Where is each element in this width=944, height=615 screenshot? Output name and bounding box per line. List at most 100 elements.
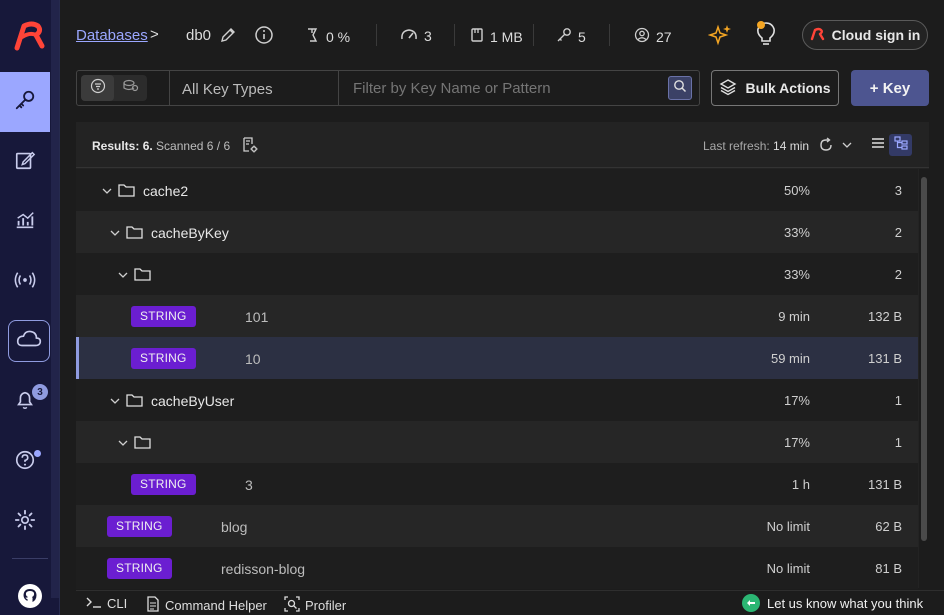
search-icon: [673, 79, 687, 98]
chevron-down-icon[interactable]: [842, 141, 852, 149]
profiler-button[interactable]: Profiler: [284, 596, 346, 615]
redis-logo-icon[interactable]: [12, 18, 48, 54]
key-pattern-input[interactable]: [353, 80, 653, 97]
tree-view-button[interactable]: [889, 134, 912, 156]
chevron-down-icon[interactable]: [118, 267, 128, 278]
scanned-label: Scanned: [156, 139, 204, 153]
tree-key-row[interactable]: STRING 101 9 min 132 B: [76, 295, 918, 337]
chevron-down-icon[interactable]: [102, 183, 112, 194]
folder-name: cacheByUser: [151, 393, 235, 409]
cli-button[interactable]: CLI: [86, 596, 127, 611]
info-icon[interactable]: [254, 25, 274, 45]
edit-icon: [14, 149, 36, 176]
results-bar: Results: 6. Scanned 6 / 6 Last refresh: …: [76, 122, 929, 168]
tree-folder-row[interactable]: cacheByUser 17% 1: [76, 379, 918, 421]
sidebar-item-pubsub[interactable]: [0, 254, 50, 310]
redis-insight-app: 3 Databases > db0 0 % 3 1 MB 5 27 Cloud …: [0, 0, 944, 615]
tree-folder-row[interactable]: cacheByKey 33% 2: [76, 211, 918, 253]
sidebar-item-workbench[interactable]: [0, 134, 50, 190]
sidebar-item-browser[interactable]: [0, 72, 50, 132]
key-name: redisson-blog: [221, 561, 306, 577]
results-summary: Results: 6. Scanned 6 / 6: [92, 139, 230, 153]
folder-percent: 33%: [783, 225, 810, 240]
keys-stat: 5: [556, 27, 586, 46]
profiler-icon: [284, 596, 300, 615]
sidebar-item-settings[interactable]: [0, 494, 50, 550]
list-view-button[interactable]: [866, 134, 889, 156]
cpu-value: 0 %: [326, 28, 351, 45]
list-view-icon: [871, 136, 885, 154]
ops-stat: 3: [400, 27, 432, 44]
filter-mode-pattern[interactable]: [81, 75, 114, 101]
clients-stat: 27: [634, 27, 672, 46]
breadcrumb-databases-link[interactable]: Databases: [76, 27, 148, 44]
github-icon[interactable]: [18, 584, 42, 608]
tree-folder-row[interactable]: 17% 1: [76, 421, 918, 463]
folder-key-count: 1: [894, 435, 902, 450]
stat-separator: [609, 24, 610, 46]
folder-icon: [134, 434, 151, 449]
command-helper-button[interactable]: Command Helper: [146, 596, 267, 615]
keys-scrollbar[interactable]: [919, 169, 929, 588]
speedometer-icon: [400, 27, 418, 44]
tree-folder-row[interactable]: cache2 50% 3: [76, 169, 918, 211]
sidebar-item-analysis[interactable]: [0, 194, 50, 250]
tree-key-row[interactable]: STRING redisson-blog No limit 81 B: [76, 547, 918, 589]
key-tree: cache2 50% 3 cacheByKey 33% 2 33% 2 STRI…: [76, 169, 918, 589]
key-ttl: 1 h: [791, 477, 810, 492]
analytics-icon: [14, 209, 36, 236]
folder-icon: [126, 392, 143, 407]
help-update-dot: [34, 450, 41, 457]
add-key-button[interactable]: + Key: [851, 70, 929, 106]
key-size: 62 B: [875, 519, 902, 534]
database-name: db0: [186, 27, 212, 44]
filter-mode-search[interactable]: [114, 75, 147, 101]
notification-count-badge: 3: [32, 384, 48, 400]
cloud-signin-label: Cloud sign in: [831, 27, 921, 43]
memory-stat: 1 MB: [470, 27, 523, 46]
pubsub-icon: [13, 269, 37, 296]
tree-key-row[interactable]: STRING 3 1 h 131 B: [76, 463, 918, 505]
stat-separator: [376, 24, 377, 46]
help-icon: [14, 449, 36, 476]
chevron-down-icon[interactable]: [110, 225, 120, 236]
key-ttl: No limit: [766, 561, 810, 576]
sidebar-item-cloud[interactable]: [8, 320, 50, 362]
tree-key-row-selected[interactable]: STRING 10 59 min 131 B: [76, 337, 918, 379]
tree-key-row[interactable]: STRING blog No limit 62 B: [76, 505, 918, 547]
stat-separator: [454, 24, 455, 46]
feedback-link[interactable]: Let us know what you think: [742, 594, 923, 612]
key-type-badge: STRING: [131, 348, 196, 369]
refresh-icon[interactable]: [818, 137, 834, 153]
key-ttl: 59 min: [770, 351, 810, 366]
sidebar-scrollbar[interactable]: [51, 0, 59, 598]
folder-percent: 17%: [783, 393, 810, 408]
folder-key-count: 3: [894, 183, 902, 198]
view-switch: [866, 134, 912, 156]
tree-folder-row[interactable]: 33% 2: [76, 253, 918, 295]
keys-scrollbar-thumb[interactable]: [921, 177, 927, 541]
lightbulb-icon[interactable]: [754, 20, 778, 48]
key-type-select[interactable]: All Key Types: [169, 71, 339, 105]
chevron-down-icon[interactable]: [118, 435, 128, 446]
search-button[interactable]: [668, 76, 692, 100]
pencil-icon[interactable]: [220, 27, 236, 43]
sidebar-item-notifications[interactable]: [0, 374, 50, 430]
cpu-icon: [306, 27, 320, 46]
gear-icon: [14, 509, 36, 536]
last-refresh: Last refresh: 14 min: [703, 139, 809, 153]
key-ttl: No limit: [766, 519, 810, 534]
user-icon: [634, 27, 650, 46]
bulk-actions-button[interactable]: Bulk Actions: [711, 70, 839, 106]
stat-separator: [533, 24, 534, 46]
settings-doc-icon[interactable]: [241, 136, 259, 154]
sidebar-item-help[interactable]: [0, 434, 50, 490]
key-name: 101: [245, 309, 269, 325]
key-name: 3: [245, 477, 253, 493]
chevron-down-icon[interactable]: [110, 393, 120, 404]
command-helper-label: Command Helper: [165, 598, 267, 613]
sidebar: 3: [0, 0, 60, 615]
sparkles-icon[interactable]: [708, 23, 732, 47]
cloud-icon: [16, 329, 42, 354]
cloud-signin-button[interactable]: Cloud sign in: [802, 20, 928, 50]
